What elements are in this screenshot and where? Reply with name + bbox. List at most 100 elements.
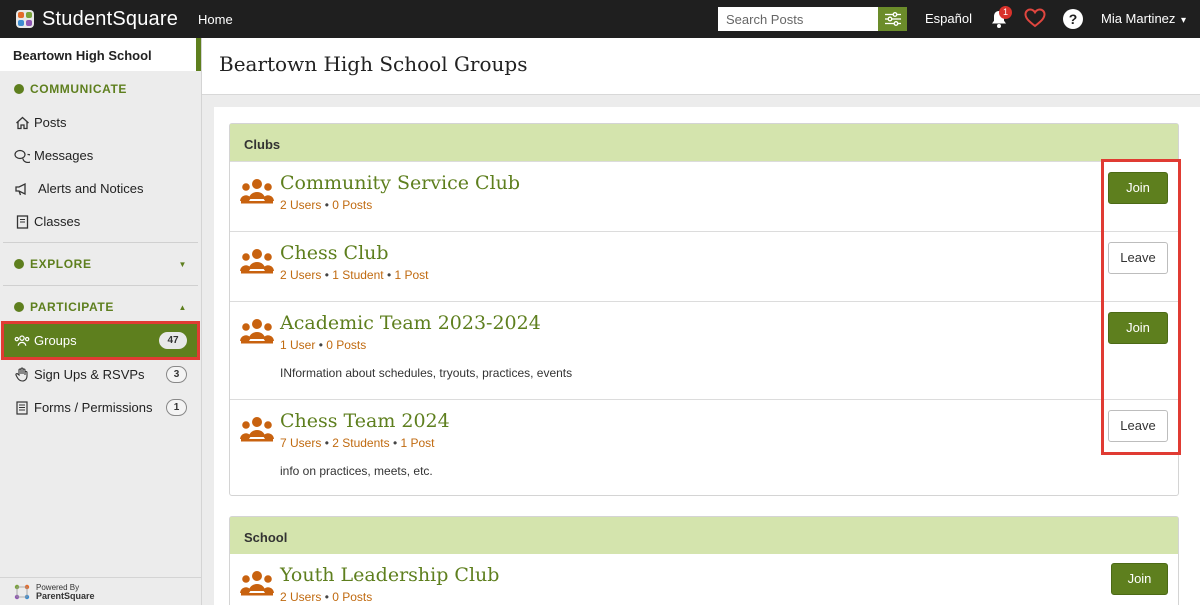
group-name[interactable]: Chess Club [280, 242, 389, 264]
section-communicate[interactable]: COMMUNICATE [0, 72, 201, 106]
group-people-icon [240, 417, 274, 442]
group-posts-count[interactable]: 1 Post [401, 436, 435, 450]
powered-by-text: Powered By ParentSquare [36, 583, 95, 601]
group-people-icon [240, 179, 274, 204]
search-filter-button[interactable] [878, 7, 907, 31]
clubs-heading: Clubs [230, 124, 1178, 161]
group-students-count[interactable]: 2 Students [332, 436, 389, 450]
sidebar-item-label: Posts [34, 115, 67, 130]
group-users-count[interactable]: 2 Users [280, 198, 321, 212]
sidebar-item-groups[interactable]: Groups 47 [1, 321, 200, 360]
group-description: info on practices, meets, etc. [280, 464, 433, 478]
group-students-count[interactable]: 1 Student [332, 268, 383, 282]
search-posts-input[interactable] [718, 7, 878, 31]
meta-separator: • [386, 268, 392, 282]
group-posts-count[interactable]: 1 Post [395, 268, 429, 282]
home-link[interactable]: Home [198, 12, 233, 27]
sidebar-item-label: Groups [34, 333, 77, 348]
group-users-count[interactable]: 1 User [280, 338, 315, 352]
section-participate[interactable]: PARTICIPATE ▲ [0, 290, 201, 324]
section-communicate-label: COMMUNICATE [30, 82, 128, 96]
parentsquare-logo-icon [14, 584, 30, 599]
chat-bubbles-icon [14, 148, 30, 164]
sidebar-divider [3, 242, 198, 243]
group-users-count[interactable]: 2 Users [280, 268, 321, 282]
chevron-down-icon: ▼ [178, 259, 187, 269]
meta-separator: • [324, 590, 329, 604]
filter-sliders-icon [884, 12, 901, 26]
group-name[interactable]: Youth Leadership Club [280, 564, 499, 586]
megaphone-icon [14, 181, 30, 197]
notification-count-badge: 1 [999, 6, 1012, 19]
list-item: Academic Team 2023-2024 1 User • 0 Posts… [230, 301, 1178, 399]
list-item: Youth Leadership Club 2 Users • 0 Posts … [230, 554, 1178, 605]
sidebar-item-alerts[interactable]: Alerts and Notices [0, 172, 201, 205]
raised-hand-icon [14, 367, 30, 383]
language-toggle[interactable]: Español [925, 11, 972, 26]
sidebar-item-posts[interactable]: Posts [0, 106, 201, 139]
group-name[interactable]: Chess Team 2024 [280, 410, 450, 432]
sidebar: Beartown High School COMMUNICATE Posts M… [0, 38, 202, 605]
section-explore-label: EXPLORE [30, 257, 92, 271]
group-users-count[interactable]: 2 Users [280, 590, 321, 604]
group-posts-count[interactable]: 0 Posts [332, 590, 372, 604]
school-group-card: School Youth Leadership Club 2 Users • 0… [229, 516, 1179, 605]
powered-by-footer[interactable]: Powered By ParentSquare [0, 577, 201, 605]
group-people-icon [240, 249, 274, 274]
studentsquare-logo-icon [16, 10, 34, 28]
heart-icon[interactable] [1024, 8, 1046, 28]
page-header: Beartown High School Groups [202, 38, 1200, 95]
sidebar-item-signups[interactable]: Sign Ups & RSVPs 3 [0, 358, 201, 391]
sidebar-item-classes[interactable]: Classes [0, 205, 201, 238]
meta-separator: • [324, 268, 329, 282]
section-dot-icon [14, 259, 24, 269]
group-meta: 2 Users • 0 Posts [280, 590, 372, 604]
group-meta: 2 Users • 0 Posts [280, 198, 372, 212]
group-users-icon [14, 333, 30, 349]
app-logo[interactable]: StudentSquare [16, 8, 178, 31]
sidebar-item-label: Sign Ups & RSVPs [34, 367, 145, 382]
book-icon [14, 214, 30, 230]
group-description: INformation about schedules, tryouts, pr… [280, 366, 573, 380]
sidebar-item-forms[interactable]: Forms / Permissions 1 [0, 391, 201, 424]
user-name: Mia Martinez [1101, 11, 1176, 26]
group-meta: 2 Users • 1 Student • 1 Post [280, 268, 429, 282]
group-meta: 7 Users • 2 Students • 1 Post [280, 436, 435, 450]
sidebar-item-messages[interactable]: Messages [0, 139, 201, 172]
clubs-group-card: Clubs Community Service Club 2 Users • 0… [229, 123, 1179, 496]
group-posts-count[interactable]: 0 Posts [326, 338, 366, 352]
list-item: Chess Club 2 Users • 1 Student • 1 Post … [230, 231, 1178, 301]
app-name: StudentSquare [42, 7, 179, 30]
sidebar-item-label: Messages [34, 148, 94, 163]
sidebar-school-name[interactable]: Beartown High School [0, 38, 201, 71]
sidebar-item-label: Forms / Permissions [34, 400, 153, 415]
meta-separator: • [324, 198, 329, 212]
section-dot-icon [14, 84, 24, 94]
section-explore[interactable]: EXPLORE ▼ [0, 247, 201, 281]
meta-separator: • [392, 436, 398, 450]
buttons-highlight-annotation [1101, 159, 1181, 455]
group-meta: 1 User • 0 Posts [280, 338, 366, 352]
groups-count-badge: 47 [159, 332, 187, 349]
group-name[interactable]: Academic Team 2023-2024 [280, 312, 541, 334]
sidebar-item-label: Alerts and Notices [38, 181, 144, 196]
powered-by-brand: ParentSquare [36, 590, 95, 601]
forms-count-badge: 1 [166, 399, 187, 416]
home-icon [14, 115, 30, 131]
chevron-down-icon: ▾ [1181, 15, 1187, 26]
user-menu[interactable]: Mia Martinez ▾ [1101, 11, 1186, 26]
page-title: Beartown High School Groups [219, 52, 528, 76]
school-heading: School [230, 517, 1178, 554]
list-item: Chess Team 2024 7 Users • 2 Students • 1… [230, 399, 1178, 496]
help-icon[interactable]: ? [1063, 9, 1083, 29]
group-posts-count[interactable]: 0 Posts [332, 198, 372, 212]
section-dot-icon [14, 302, 24, 312]
document-icon [14, 400, 30, 416]
meta-separator: • [318, 338, 323, 352]
list-item: Community Service Club 2 Users • 0 Posts… [230, 161, 1178, 231]
group-name[interactable]: Community Service Club [280, 172, 520, 194]
meta-separator: • [324, 436, 329, 450]
group-users-count[interactable]: 7 Users [280, 436, 321, 450]
join-button[interactable]: Join [1111, 563, 1168, 595]
signups-count-badge: 3 [166, 366, 187, 383]
